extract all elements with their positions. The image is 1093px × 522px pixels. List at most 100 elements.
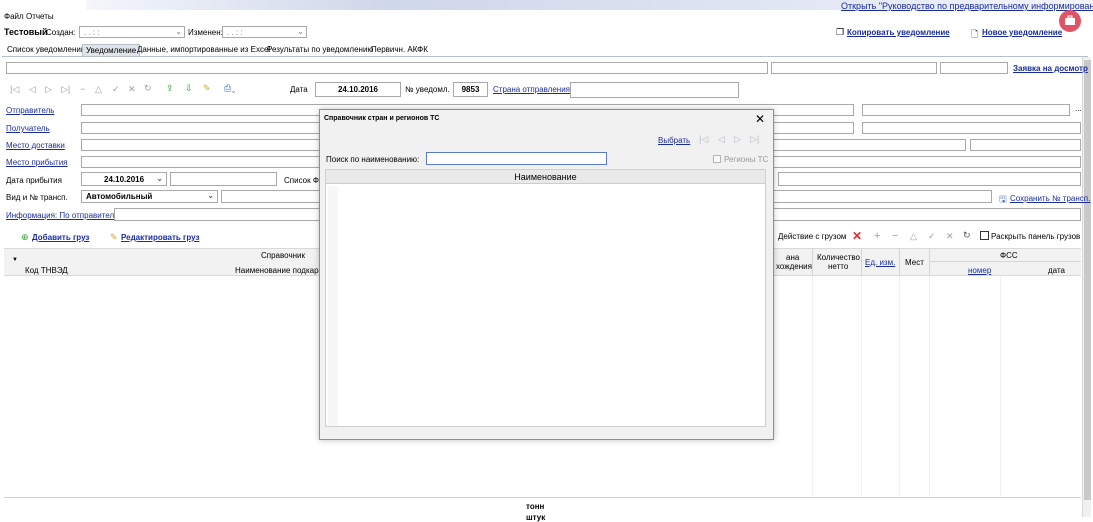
up-triangle-icon[interactable]: △ xyxy=(95,84,102,95)
up-triangle-icon[interactable]: △ xyxy=(910,231,917,242)
fss-list-field[interactable] xyxy=(778,172,1081,186)
col-unit-header[interactable]: Ед. изм. xyxy=(865,258,895,267)
tab-excel-data[interactable]: Данные, импортированные из Excel xyxy=(134,44,273,56)
sender-ellipsis-button[interactable]: ... xyxy=(1075,104,1082,113)
chevron-down-icon: ⌄ xyxy=(207,191,214,200)
checkmark-icon[interactable]: ✓ xyxy=(112,84,120,95)
search-input[interactable] xyxy=(426,152,607,165)
tab-underline xyxy=(2,56,1088,57)
footer-unit-2: штук xyxy=(526,513,546,522)
next-record-icon[interactable]: ▷ xyxy=(734,134,741,145)
add-circle-icon: ⊕ xyxy=(21,232,29,242)
col-qty-line2: нетто xyxy=(828,262,849,271)
cancel-x-icon[interactable]: ✕ xyxy=(946,231,954,242)
notice-no-field[interactable]: 9853 xyxy=(453,82,488,97)
transport-label: Вид и № трансп. xyxy=(6,193,68,202)
prev-record-icon[interactable]: ◁ xyxy=(718,134,725,145)
created-date-field[interactable]: . . : : ⌄ xyxy=(79,26,185,38)
delete-x-icon[interactable]: ✕ xyxy=(852,229,862,243)
delivery-place-link[interactable]: Место доставки xyxy=(6,141,65,150)
sender-extra-field[interactable] xyxy=(862,104,1070,116)
last-record-icon[interactable]: ▷| xyxy=(750,134,759,145)
top-input-3[interactable] xyxy=(940,62,1008,74)
cargo-action-label: Действие с грузом xyxy=(778,232,847,241)
regions-checkbox[interactable] xyxy=(713,155,721,163)
guide-link[interactable]: Открыть "Руководство по предварительному… xyxy=(841,1,1093,11)
cancel-x-icon[interactable]: ✕ xyxy=(128,84,136,95)
col-code-header[interactable]: Код ТНВЭД xyxy=(25,266,68,275)
date-field[interactable]: 24.10.2016 xyxy=(315,82,401,97)
minus-icon[interactable]: − xyxy=(892,230,898,242)
top-input-1[interactable] xyxy=(6,62,768,74)
receiver-link[interactable]: Получатель xyxy=(6,124,50,133)
expand-cargo-checkbox[interactable] xyxy=(980,231,989,240)
transport-type-select[interactable]: Автомобильный ⌄ xyxy=(81,190,218,203)
first-record-icon[interactable]: |◁ xyxy=(699,134,708,145)
tab-notice-list[interactable]: Список уведомлений xyxy=(4,44,88,56)
grid-column-line xyxy=(899,276,900,496)
countries-regions-dialog[interactable]: Справочник стран и регионов ТС ✕ Выбрать… xyxy=(319,109,774,440)
col-number-header[interactable]: номер xyxy=(968,266,991,275)
country-of-departure-link[interactable]: Страна отправления xyxy=(493,85,570,94)
top-input-2[interactable] xyxy=(771,62,937,74)
save-transport-link[interactable]: Сохранить № трансп. xyxy=(1010,194,1090,203)
col-separator xyxy=(929,249,930,276)
select-link[interactable]: Выбрать xyxy=(658,136,690,145)
col-subcategory-header[interactable]: Наименование подкаран xyxy=(235,266,327,275)
arrival-place-link[interactable]: Место прибытия xyxy=(6,158,68,167)
edit-doc-icon[interactable]: ✎ xyxy=(203,83,211,94)
pencil-icon: ✎ xyxy=(110,232,118,242)
edit-cargo-button[interactable]: Редактировать груз xyxy=(121,233,199,242)
export-icon[interactable]: ⇪ xyxy=(166,83,174,94)
col-qty-line1: Количество xyxy=(817,253,860,262)
grid-column-line xyxy=(812,276,813,496)
copy-notice-link[interactable]: Копировать уведомление xyxy=(847,28,950,37)
country-of-departure-field[interactable] xyxy=(570,82,739,98)
tab-results[interactable]: Результаты по уведомлению xyxy=(264,44,376,56)
col-origin-line1: ана xyxy=(786,253,800,262)
dialog-title: Справочник стран и регионов ТС xyxy=(324,115,440,122)
arrival-date-field[interactable]: 24.10.2016 ⌄ xyxy=(81,172,167,186)
countries-grid[interactable]: Наименование xyxy=(325,169,766,427)
chevron-down-icon: ⌄ xyxy=(297,27,304,36)
col-separator xyxy=(812,249,813,276)
search-label: Поиск по наименованию: xyxy=(326,155,420,164)
receiver-extra-field[interactable] xyxy=(862,122,1081,134)
import-icon[interactable]: ⇩ xyxy=(185,83,193,94)
sort-down-icon[interactable]: ▼ xyxy=(12,257,18,263)
info-sender-link[interactable]: Информация: По отправителю xyxy=(6,211,120,220)
page-scrollbar-thumb[interactable] xyxy=(1084,60,1091,500)
changed-date-field[interactable]: . . : : ⌄ xyxy=(222,26,307,38)
grid-header-name[interactable]: Наименование xyxy=(326,170,765,184)
page-scrollbar[interactable] xyxy=(1082,57,1091,517)
first-record-icon[interactable]: |◁ xyxy=(10,84,19,95)
delete-record-icon[interactable]: − xyxy=(80,84,85,94)
plus-icon[interactable]: + xyxy=(874,230,880,242)
close-icon[interactable]: ✕ xyxy=(755,112,765,126)
refresh-icon[interactable]: ↻ xyxy=(963,230,971,241)
last-record-icon[interactable]: ▷| xyxy=(61,84,70,95)
save-icon: 🖫 xyxy=(999,194,1007,204)
checkmark-icon[interactable]: ✓ xyxy=(928,231,936,242)
sender-link[interactable]: Отправитель xyxy=(6,106,54,115)
menu-file[interactable]: Файл xyxy=(4,12,24,21)
grid-column-line xyxy=(929,276,930,496)
arrival-date-extra-field[interactable] xyxy=(170,172,277,186)
col-origin-line2: хождения xyxy=(776,262,812,271)
refresh-icon[interactable]: ↻ xyxy=(144,83,152,94)
new-notice-link[interactable]: Новое уведомление xyxy=(982,28,1062,37)
next-record-icon[interactable]: ▷ xyxy=(45,84,52,95)
delivery-place-extra-field[interactable] xyxy=(970,139,1081,151)
briefcase-badge-icon[interactable] xyxy=(1059,10,1081,32)
menu-reports[interactable]: Отчеты xyxy=(26,12,54,21)
inspection-request-link[interactable]: Заявка на досмотр xyxy=(1013,64,1088,73)
grid-column-line xyxy=(861,276,862,496)
add-cargo-button[interactable]: Добавить груз xyxy=(32,233,89,242)
col-places-header[interactable]: Мест xyxy=(905,258,924,267)
prev-record-icon[interactable]: ◁ xyxy=(29,84,36,95)
col-date-header[interactable]: дата xyxy=(1048,266,1065,275)
page-title: Тестовый xyxy=(4,27,48,37)
tab-primary-akfk[interactable]: Первичн. АКФК xyxy=(368,44,431,56)
print-icon[interactable]: ⎙⌄ xyxy=(224,83,235,94)
tab-notice[interactable]: Уведомление xyxy=(82,44,141,56)
